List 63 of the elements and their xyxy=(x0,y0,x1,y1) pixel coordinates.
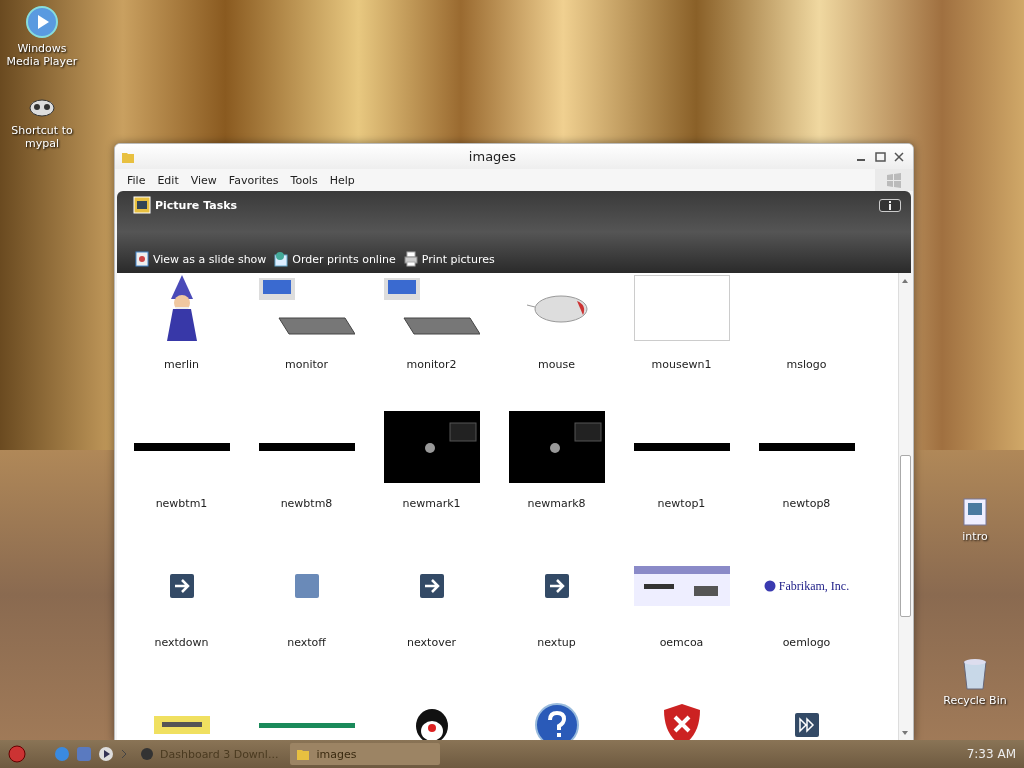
close-icon xyxy=(894,151,904,162)
task-link[interactable]: View as a slide show xyxy=(133,251,269,267)
desktop-icon-label[interactable]: Recycle Bin xyxy=(943,694,1007,707)
file-name[interactable]: merlin xyxy=(163,358,200,371)
desktop-icon-label[interactable]: Shortcut to mypal xyxy=(0,124,84,150)
maximize-icon xyxy=(874,151,886,162)
fast-forward-picture xyxy=(794,713,819,737)
window-title: images xyxy=(467,149,518,164)
taskbar-button[interactable]: images xyxy=(290,743,441,765)
menu-item[interactable]: Help xyxy=(323,171,361,189)
file-name[interactable]: monitor2 xyxy=(406,358,457,371)
file-name[interactable]: mouse xyxy=(538,358,575,371)
slideshow-icon xyxy=(135,251,149,267)
program-icon xyxy=(140,747,154,761)
desktop-icon-label[interactable]: intro xyxy=(962,530,988,543)
printer-icon xyxy=(403,251,418,267)
file-name[interactable]: mousewn1 xyxy=(651,358,712,371)
scrollbar[interactable] xyxy=(898,273,911,741)
clock: 7:33 AM xyxy=(966,747,1016,761)
scroll-up-icon[interactable] xyxy=(901,277,909,285)
logo-text: Fabrikam, Inc. xyxy=(778,578,850,594)
menu-item[interactable]: File xyxy=(121,171,152,189)
video-file-icon xyxy=(963,498,987,526)
file-name[interactable]: mslogo xyxy=(786,358,827,371)
folder-icon xyxy=(296,747,311,761)
info-icon xyxy=(887,200,893,210)
file-name[interactable]: nextup xyxy=(537,636,576,649)
file-name[interactable]: newtop1 xyxy=(657,497,706,510)
task-link[interactable]: Print pictures xyxy=(401,251,497,267)
info-button[interactable] xyxy=(879,198,901,212)
menu-item[interactable]: Tools xyxy=(284,171,324,189)
arrow-button-picture xyxy=(419,574,444,598)
picture-folder-icon xyxy=(133,195,151,215)
file-name[interactable]: monitor xyxy=(284,358,328,371)
file-name[interactable]: newbtm8 xyxy=(280,497,333,510)
start-button[interactable] xyxy=(8,745,26,763)
maximize-button[interactable] xyxy=(872,149,888,164)
file-name[interactable]: newmark8 xyxy=(527,497,586,510)
arrow-button-picture xyxy=(544,574,569,598)
barcode-label-picture xyxy=(153,716,210,734)
file-name[interactable]: oemcoa xyxy=(659,636,704,649)
menu-item[interactable]: Edit xyxy=(151,171,185,189)
globe-logo-icon xyxy=(763,580,776,592)
file-name[interactable]: newmark1 xyxy=(402,497,461,510)
recycle-bin-icon xyxy=(962,658,988,690)
task-pane-title: Picture Tasks xyxy=(155,198,239,212)
close-button[interactable] xyxy=(891,149,907,164)
desktop-icon-label[interactable]: Windows Media Player xyxy=(0,42,84,68)
flat-square-picture xyxy=(294,574,319,598)
file-name[interactable]: oemlogo xyxy=(782,636,831,649)
file-name[interactable]: newtop8 xyxy=(782,497,831,510)
file-name[interactable]: nextoff xyxy=(287,636,326,649)
media-player-icon xyxy=(26,6,58,38)
play-icon[interactable] xyxy=(98,746,114,762)
file-name[interactable]: newbtm1 xyxy=(155,497,208,510)
task-link[interactable]: Order prints online xyxy=(272,251,398,267)
arrow-button-picture xyxy=(169,574,194,598)
scroll-down-icon[interactable] xyxy=(901,729,909,737)
file-name[interactable]: nextdown xyxy=(154,636,209,649)
menu-item[interactable]: View xyxy=(184,171,223,189)
file-name[interactable]: nextover xyxy=(407,636,456,649)
minimize-icon xyxy=(857,158,865,161)
menu-item[interactable]: Favorites xyxy=(222,171,285,189)
